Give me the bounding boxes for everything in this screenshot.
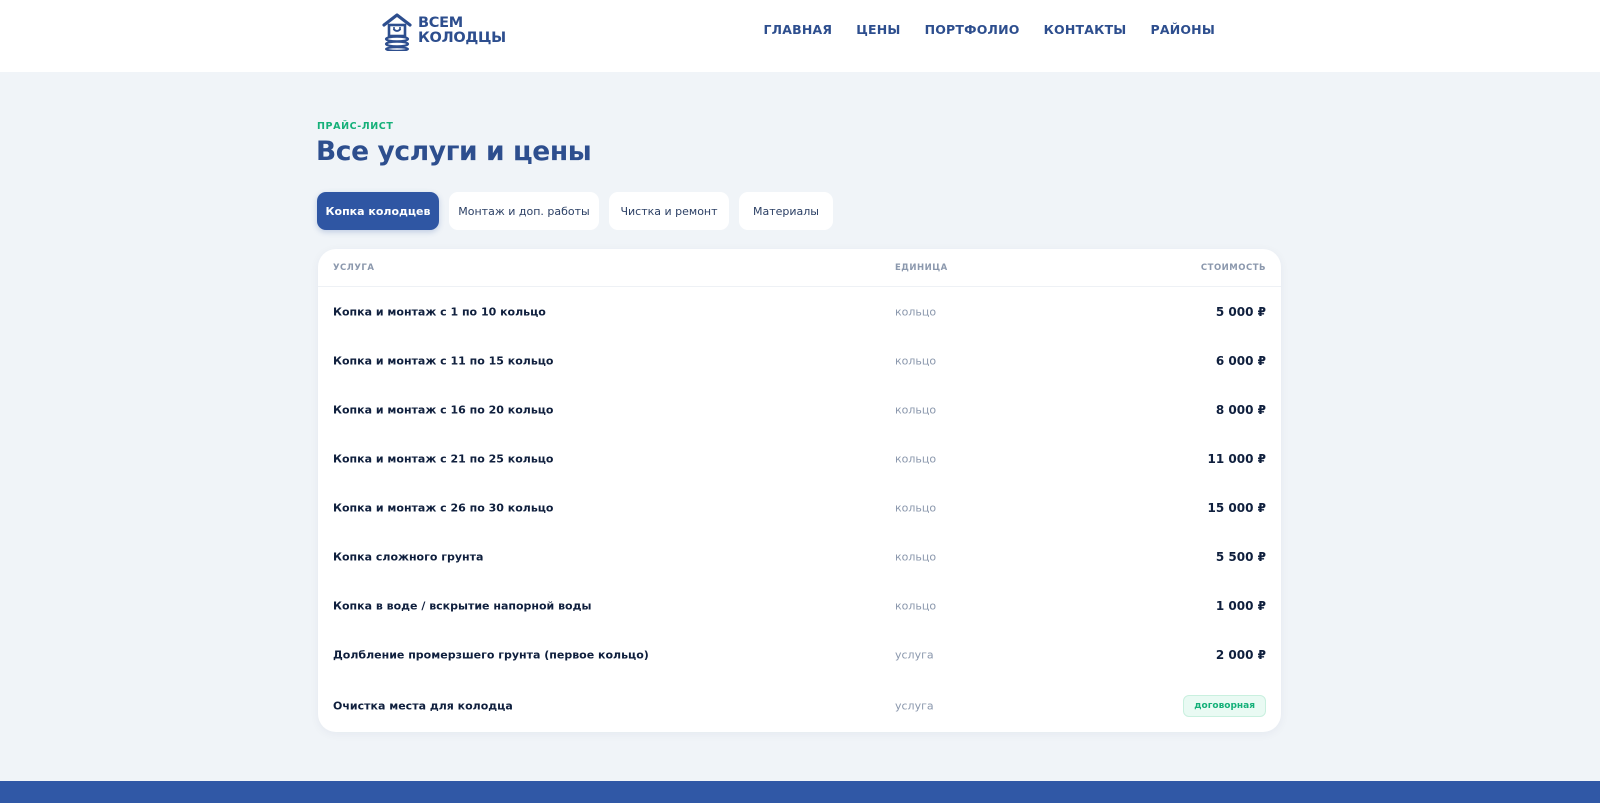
negotiable-badge: договорная	[1183, 694, 1266, 717]
table-row: Копка и монтаж с 26 по 30 кольцо кольцо …	[318, 483, 1281, 532]
table-row: Очистка места для колодца услуга договор…	[318, 679, 1281, 732]
table-header: УСЛУГА ЕДИНИЦА СТОИМОСТЬ	[318, 249, 1281, 287]
page-title: Все услуги и цены	[316, 136, 592, 167]
row-service: Копка и монтаж с 16 по 20 кольцо	[333, 403, 554, 416]
tab-materials[interactable]: Материалы	[739, 192, 833, 230]
row-service: Очистка места для колодца	[333, 699, 513, 712]
row-unit: кольцо	[895, 403, 937, 416]
row-unit: услуга	[895, 648, 934, 661]
row-unit: услуга	[895, 699, 934, 712]
well-house-icon	[382, 13, 412, 51]
nav-districts[interactable]: РАЙОНЫ	[1150, 22, 1215, 40]
row-price: 11 000 ₽	[1207, 451, 1266, 466]
row-price: 15 000 ₽	[1207, 500, 1266, 515]
row-unit: кольцо	[895, 305, 937, 318]
table-row: Копка и монтаж с 11 по 15 кольцо кольцо …	[318, 336, 1281, 385]
footer-band	[0, 781, 1600, 803]
price-table: УСЛУГА ЕДИНИЦА СТОИМОСТЬ Копка и монтаж …	[318, 249, 1281, 732]
logo-line-2: КОЛОДЦЫ	[418, 30, 506, 46]
row-service: Копка и монтаж с 11 по 15 кольцо	[333, 354, 554, 367]
table-row: Копка и монтаж с 1 по 10 кольцо кольцо 5…	[318, 287, 1281, 336]
row-price: 1 000 ₽	[1215, 598, 1266, 613]
row-service: Долбление промерзшего грунта (первое кол…	[333, 648, 649, 661]
table-row: Долбление промерзшего грунта (первое кол…	[318, 630, 1281, 679]
nav-contacts[interactable]: КОНТАКТЫ	[1044, 22, 1127, 40]
row-unit: кольцо	[895, 501, 937, 514]
row-unit: кольцо	[895, 354, 937, 367]
row-service: Копка и монтаж с 1 по 10 кольцо	[333, 305, 546, 318]
tab-cleaning-repair[interactable]: Чистка и ремонт	[609, 192, 729, 230]
column-header-price: СТОИМОСТЬ	[1200, 263, 1266, 273]
price-tabs: Копка колодцев Монтаж и доп. работы Чист…	[317, 192, 833, 230]
column-header-service: УСЛУГА	[333, 263, 375, 273]
row-service: Копка и монтаж с 21 по 25 кольцо	[333, 452, 554, 465]
row-unit: кольцо	[895, 599, 937, 612]
table-row: Копка и монтаж с 21 по 25 кольцо кольцо …	[318, 434, 1281, 483]
logo-line-1: ВСЕМ	[418, 15, 463, 31]
column-header-unit: ЕДИНИЦА	[895, 263, 948, 273]
nav-prices[interactable]: ЦЕНЫ	[856, 22, 900, 40]
nav-portfolio[interactable]: ПОРТФОЛИО	[925, 22, 1020, 40]
row-price: 5 500 ₽	[1215, 549, 1266, 564]
main-nav: ГЛАВНАЯ ЦЕНЫ ПОРТФОЛИО КОНТАКТЫ РАЙОНЫ	[763, 22, 1215, 40]
row-service: Копка в воде / вскрытие напорной воды	[333, 599, 592, 612]
row-price: 5 000 ₽	[1215, 304, 1266, 319]
row-unit: кольцо	[895, 550, 937, 563]
section-eyebrow: ПРАЙС-ЛИСТ	[317, 121, 394, 132]
logo[interactable]: ВСЕМ КОЛОДЦЫ	[382, 11, 506, 51]
nav-home[interactable]: ГЛАВНАЯ	[763, 22, 832, 40]
table-row: Копка в воде / вскрытие напорной воды ко…	[318, 581, 1281, 630]
row-service: Копка и монтаж с 26 по 30 кольцо	[333, 501, 554, 514]
tab-well-digging[interactable]: Копка колодцев	[317, 192, 439, 230]
row-unit: кольцо	[895, 452, 937, 465]
row-price: 2 000 ₽	[1215, 647, 1266, 662]
row-service: Копка сложного грунта	[333, 550, 484, 563]
logo-text: ВСЕМ КОЛОДЦЫ	[418, 16, 506, 46]
site-header: ВСЕМ КОЛОДЦЫ ГЛАВНАЯ ЦЕНЫ ПОРТФОЛИО КОНТ…	[0, 0, 1600, 72]
table-row: Копка сложного грунта кольцо 5 500 ₽	[318, 532, 1281, 581]
row-price: 6 000 ₽	[1215, 353, 1266, 368]
tab-installation[interactable]: Монтаж и доп. работы	[449, 192, 599, 230]
row-price: 8 000 ₽	[1215, 402, 1266, 417]
table-row: Копка и монтаж с 16 по 20 кольцо кольцо …	[318, 385, 1281, 434]
